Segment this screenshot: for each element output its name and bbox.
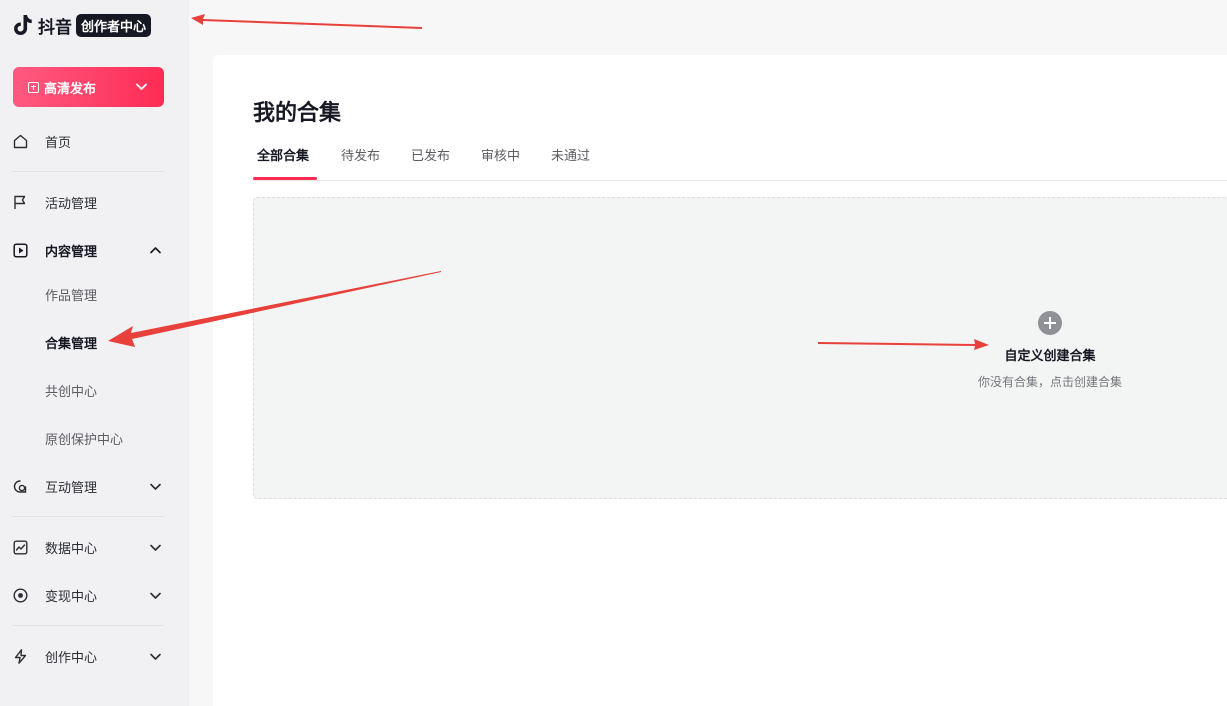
- chevron-down-icon[interactable]: [135, 80, 148, 93]
- sidebar-subitem-label: 原创保护中心: [45, 432, 124, 448]
- sidebar-item-activity[interactable]: 活动管理: [0, 187, 189, 217]
- sidebar-subitem-label: 合集管理: [45, 336, 98, 352]
- brand-badge: 创作者中心: [76, 13, 152, 37]
- sidebar-subitem-label: 共创中心: [45, 384, 98, 400]
- douyin-logo-icon: [14, 15, 32, 35]
- chevron-down-icon[interactable]: [149, 480, 162, 493]
- sidebar-subitem-collections[interactable]: 合集管理: [45, 330, 97, 354]
- sidebar-item-monetization[interactable]: 变现中心: [0, 580, 189, 610]
- coin-icon: [13, 588, 28, 603]
- sidebar-item-data[interactable]: 数据中心: [0, 532, 189, 562]
- flag-icon: [14, 195, 26, 209]
- sidebar-item-label: 活动管理: [45, 196, 98, 212]
- add-circle-icon[interactable]: [1038, 311, 1062, 335]
- sidebar-item-content[interactable]: 内容管理: [0, 235, 189, 265]
- sidebar-subitem-label: 作品管理: [45, 288, 98, 304]
- tab-published[interactable]: 已发布: [411, 145, 450, 164]
- sidebar-divider: [12, 171, 164, 172]
- brand-logo[interactable]: 抖音 创作者中心: [12, 12, 152, 38]
- chevron-down-icon[interactable]: [149, 541, 162, 554]
- sidebar-item-label: 内容管理: [45, 244, 98, 260]
- brand-name: 抖音: [38, 17, 72, 38]
- tab-all-collections[interactable]: 全部合集: [257, 145, 309, 164]
- sidebar: 抖音 创作者中心 高清发布 首页 活动管理 内容管理 作品管理 合集管理 共创中…: [0, 0, 189, 706]
- sidebar-divider: [12, 516, 164, 517]
- sidebar-item-label: 变现中心: [45, 589, 98, 605]
- create-collection-area[interactable]: 自定义创建合集 你没有合集，点击创建合集: [253, 197, 1227, 499]
- sidebar-item-label: 数据中心: [45, 541, 98, 557]
- sidebar-divider: [12, 625, 164, 626]
- empty-state-hint: 你没有合集，点击创建合集: [977, 375, 1122, 389]
- chevron-up-icon[interactable]: [149, 244, 162, 257]
- plus-square-icon: [28, 81, 39, 93]
- home-icon: [13, 134, 28, 149]
- sidebar-subitem-works[interactable]: 作品管理: [45, 282, 97, 306]
- tab-pending[interactable]: 待发布: [341, 145, 380, 164]
- sidebar-item-interaction[interactable]: 互动管理: [0, 471, 189, 501]
- sidebar-item-label: 互动管理: [45, 480, 98, 496]
- sidebar-subitem-original-protection[interactable]: 原创保护中心: [45, 426, 123, 450]
- lightning-icon: [14, 649, 27, 664]
- chevron-down-icon[interactable]: [149, 650, 162, 663]
- main-panel: 我的合集 全部合集 待发布 已发布 审核中 未通过 自定义创建合集 你没有合集，…: [213, 55, 1227, 706]
- chat-icon: [13, 480, 27, 493]
- annotation-arrow-logo: [191, 14, 422, 29]
- publish-button[interactable]: 高清发布: [13, 67, 164, 107]
- publish-button-label: 高清发布: [44, 81, 97, 97]
- tab-rejected[interactable]: 未通过: [551, 145, 590, 164]
- chevron-down-icon[interactable]: [149, 589, 162, 602]
- create-collection-title[interactable]: 自定义创建合集: [950, 345, 1150, 364]
- chart-icon: [13, 540, 28, 555]
- sidebar-item-creation[interactable]: 创作中心: [0, 641, 189, 671]
- sidebar-item-label: 创作中心: [45, 650, 98, 666]
- sidebar-subitem-cocreation[interactable]: 共创中心: [45, 378, 97, 402]
- sidebar-item-label: 首页: [45, 135, 72, 151]
- play-square-icon: [13, 243, 28, 258]
- sidebar-item-home[interactable]: 首页: [0, 126, 189, 156]
- page-title: 我的合集: [253, 101, 342, 126]
- tabs-divider: [253, 180, 1227, 181]
- tab-reviewing[interactable]: 审核中: [481, 145, 520, 164]
